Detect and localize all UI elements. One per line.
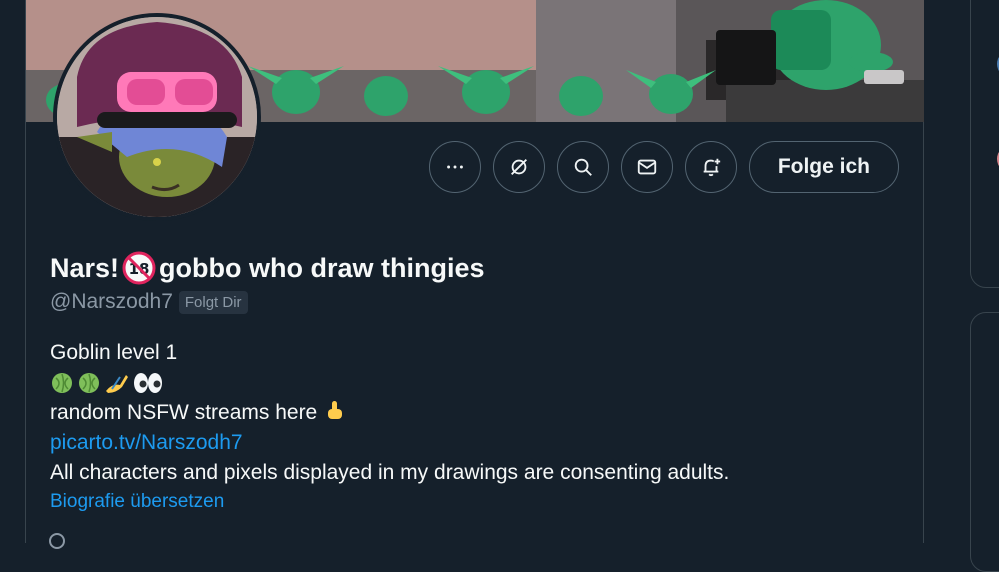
handle-row: @Narszodh7 Folgt Dir bbox=[50, 290, 248, 314]
profile-bio: Goblin level 1 random NSFW streams here … bbox=[50, 338, 729, 488]
bio-emoji-line bbox=[50, 368, 729, 398]
user-handle: @Narszodh7 bbox=[50, 290, 173, 313]
profile-meta-row bbox=[48, 532, 66, 550]
avatar-image bbox=[57, 17, 257, 217]
melon-icon bbox=[52, 373, 72, 393]
profile-column: Folge ich Nars! 18 gobbo who draw thingi… bbox=[25, 0, 924, 549]
more-horizontal-icon bbox=[446, 165, 463, 169]
bio-line-1: Goblin level 1 bbox=[50, 341, 178, 364]
following-button[interactable]: Folge ich bbox=[748, 141, 899, 193]
display-name-part2: gobbo who draw thingies bbox=[159, 252, 485, 283]
sidebar-card-top bbox=[970, 0, 999, 288]
search-icon bbox=[574, 158, 592, 176]
subscribe-button[interactable] bbox=[492, 141, 545, 193]
no-under-18-icon: 18 bbox=[122, 251, 156, 285]
notify-button[interactable] bbox=[684, 141, 737, 193]
eyes-icon bbox=[134, 373, 162, 393]
profile-actions: Folge ich bbox=[428, 141, 899, 193]
sidebar-avatars bbox=[997, 56, 999, 249]
display-name: Nars! 18 gobbo who draw thingies bbox=[50, 250, 485, 286]
bio-line-5: All characters and pixels displayed in m… bbox=[50, 461, 730, 484]
bell-plus-icon bbox=[703, 158, 720, 177]
bio-link[interactable]: picarto.tv/Narszodh7 bbox=[50, 428, 729, 458]
message-button[interactable] bbox=[620, 141, 673, 193]
meta-icon bbox=[49, 533, 65, 549]
mail-icon bbox=[637, 159, 656, 175]
search-button[interactable] bbox=[556, 141, 609, 193]
translate-bio-link[interactable]: Biografie übersetzen bbox=[50, 491, 224, 513]
display-name-part1: Nars! bbox=[50, 252, 120, 283]
melon-icon bbox=[79, 373, 99, 393]
follows-you-badge: Folgt Dir bbox=[178, 290, 248, 314]
pointing-down-icon bbox=[328, 401, 343, 419]
profile-avatar[interactable] bbox=[53, 13, 261, 221]
more-button[interactable] bbox=[428, 141, 481, 193]
writing-hand-icon bbox=[106, 375, 128, 393]
sidebar-card-bottom bbox=[970, 312, 999, 572]
bio-line-3: random NSFW streams here bbox=[50, 398, 729, 428]
unsubscribe-icon bbox=[510, 159, 527, 175]
